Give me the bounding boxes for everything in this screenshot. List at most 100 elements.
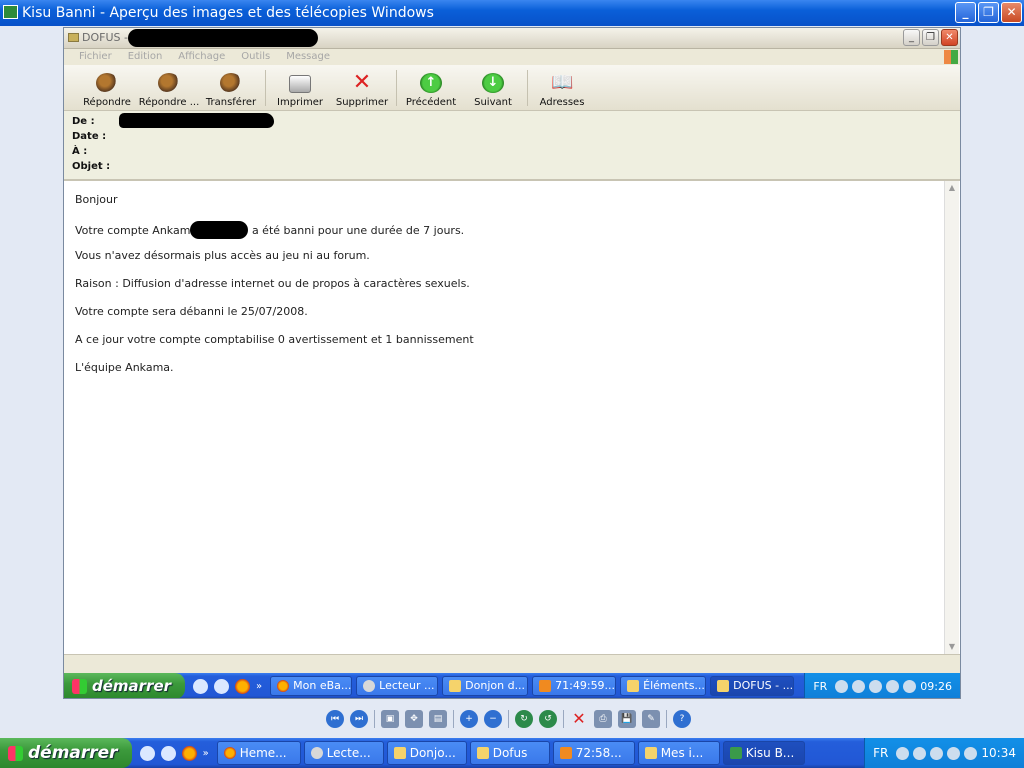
reply-button: Répondre bbox=[76, 73, 138, 110]
reply-all-label: Répondre ... bbox=[138, 97, 200, 108]
arrow-down-icon: ↓ bbox=[482, 73, 504, 93]
previous-image-icon[interactable]: ⏮ bbox=[326, 710, 344, 728]
tray-icon[interactable] bbox=[913, 746, 927, 760]
mail-icon bbox=[68, 33, 79, 42]
toolbar-separator bbox=[374, 710, 375, 728]
taskbar-task-donjon[interactable]: Donjo... bbox=[386, 741, 467, 765]
toolbar-separator bbox=[563, 710, 564, 728]
tray-icon bbox=[835, 679, 849, 693]
reason-line: Raison : Diffusion d'adresse internet ou… bbox=[75, 277, 470, 290]
menu-edition: Edition bbox=[127, 51, 163, 62]
next-image-icon[interactable]: ⏭ bbox=[350, 710, 368, 728]
firefox-icon[interactable] bbox=[181, 745, 197, 761]
actual-size-icon[interactable]: ✥ bbox=[405, 710, 423, 728]
message-status-bar bbox=[64, 654, 960, 673]
folder-icon bbox=[393, 747, 406, 759]
minimize-button[interactable]: _ bbox=[955, 2, 976, 23]
taskbar-task-dofus[interactable]: Dofus bbox=[469, 741, 550, 765]
start-label: démarrer bbox=[28, 743, 118, 763]
taskbar-task-lecteur[interactable]: Lecte... bbox=[303, 741, 384, 765]
tray-icon[interactable] bbox=[930, 746, 944, 760]
edit-icon[interactable]: ✎ bbox=[642, 710, 660, 728]
orange-icon bbox=[559, 747, 572, 759]
maximize-button[interactable]: ❐ bbox=[978, 2, 999, 23]
close-button[interactable]: ✕ bbox=[1001, 2, 1022, 23]
message-body: Bonjour Votre compte Ankam a été banni p… bbox=[65, 181, 945, 654]
access-line: Vous n'avez désormais plus accès au jeu … bbox=[75, 249, 370, 262]
inner-task: 71:49:59... bbox=[532, 675, 617, 697]
ie-icon[interactable] bbox=[160, 745, 176, 761]
best-fit-icon[interactable]: ▣ bbox=[381, 710, 399, 728]
previous-label: Précédent bbox=[405, 97, 457, 108]
arrow-up-icon: ↑ bbox=[420, 73, 442, 93]
displayed-image: DOFUS - _ ❐ ✕ Fichier Edition Affichage … bbox=[63, 27, 961, 699]
tray-icon[interactable] bbox=[896, 746, 910, 760]
next-label: Suivant bbox=[474, 97, 512, 108]
inner-task: Éléments... bbox=[620, 675, 707, 697]
task-label: DOFUS - ... bbox=[733, 679, 794, 693]
print-icon[interactable]: ⎙ bbox=[594, 710, 612, 728]
task-label: Dofus bbox=[492, 746, 528, 760]
zoom-in-icon[interactable]: + bbox=[460, 710, 478, 728]
help-icon[interactable]: ? bbox=[673, 710, 691, 728]
tray-icon[interactable] bbox=[964, 746, 978, 760]
taskbar-task-kisu[interactable]: Kisu B... bbox=[722, 741, 805, 765]
desktop-icon bbox=[193, 678, 209, 694]
slideshow-icon[interactable]: ▤ bbox=[429, 710, 447, 728]
address-book-label: Adresses bbox=[539, 97, 585, 108]
inner-task-active: DOFUS - ... bbox=[710, 675, 795, 697]
message-headers: De : Date : À : Objet : bbox=[64, 111, 960, 181]
signature: L'équipe Ankama. bbox=[75, 361, 174, 374]
printer-icon bbox=[289, 75, 311, 93]
media-player-icon bbox=[363, 679, 376, 692]
taskbar-task-timer[interactable]: 72:58... bbox=[552, 741, 635, 765]
zoom-out-icon[interactable]: − bbox=[484, 710, 502, 728]
viewer-toolbar: ⏮ ⏭ ▣ ✥ ▤ + − ↻ ↺ ✕ ⎙ 💾 ✎ ? bbox=[326, 708, 691, 730]
language-indicator[interactable]: FR bbox=[873, 746, 888, 760]
delete-icon[interactable]: ✕ bbox=[570, 710, 588, 728]
language-indicator: FR bbox=[813, 679, 828, 693]
start-button[interactable]: démarrer bbox=[0, 738, 132, 768]
task-label: 71:49:59... bbox=[555, 679, 616, 693]
task-label: Éléments... bbox=[643, 679, 705, 693]
rotate-clockwise-icon[interactable]: ↻ bbox=[515, 710, 533, 728]
print-button: Imprimer bbox=[269, 75, 331, 110]
task-label: Donjo... bbox=[409, 746, 456, 760]
taskbar-task-mes-images[interactable]: Mes i... bbox=[637, 741, 720, 765]
taskbar: démarrer » Heme... Lecte... Donjo... Dof… bbox=[0, 738, 1024, 768]
chevron-icon[interactable]: » bbox=[203, 748, 209, 759]
toolbar-separator bbox=[666, 710, 667, 728]
windows-flag-icon bbox=[8, 745, 23, 761]
system-tray: FR 10:34 bbox=[864, 738, 1024, 768]
documents-icon bbox=[627, 679, 640, 692]
message-toolbar: Répondre Répondre ... Transférer Imprime… bbox=[64, 65, 960, 111]
dofus-icon bbox=[476, 747, 489, 759]
minimize-icon: _ bbox=[903, 29, 920, 46]
message-window-title: DOFUS - bbox=[82, 31, 128, 44]
redaction-scribble bbox=[128, 29, 318, 47]
header-subject: Objet : bbox=[72, 161, 111, 172]
toolbar-separator bbox=[453, 710, 454, 728]
taskbar-task-heme[interactable]: Heme... bbox=[216, 741, 301, 765]
inner-task: Mon eBa... bbox=[270, 675, 353, 697]
message-title-bar: DOFUS - _ ❐ ✕ bbox=[64, 28, 960, 49]
outer-title-bar[interactable]: Kisu Banni - Aperçu des images et des té… bbox=[0, 0, 1024, 26]
save-icon[interactable]: 💾 bbox=[618, 710, 636, 728]
tray-icon[interactable] bbox=[947, 746, 961, 760]
task-label: Mes i... bbox=[660, 746, 704, 760]
desktop-icon[interactable] bbox=[139, 745, 155, 761]
rotate-counterclockwise-icon[interactable]: ↺ bbox=[539, 710, 557, 728]
delete-x-icon: ✕ bbox=[352, 70, 372, 95]
toolbar-separator bbox=[508, 710, 509, 728]
delete-button: ✕ Supprimer bbox=[331, 70, 393, 110]
reply-all-button: Répondre ... bbox=[138, 73, 200, 110]
forward-button: Transférer bbox=[200, 73, 262, 110]
scroll-down-icon: ▼ bbox=[948, 642, 956, 651]
scroll-up-icon: ▲ bbox=[948, 183, 956, 192]
restore-icon: ❐ bbox=[922, 29, 939, 46]
firefox-icon bbox=[223, 747, 236, 759]
chevron-icon: » bbox=[256, 680, 263, 692]
clock[interactable]: 10:34 bbox=[981, 746, 1016, 760]
ban-line-start: Votre compte Ankam bbox=[75, 224, 191, 237]
toolbar-separator bbox=[396, 70, 397, 106]
